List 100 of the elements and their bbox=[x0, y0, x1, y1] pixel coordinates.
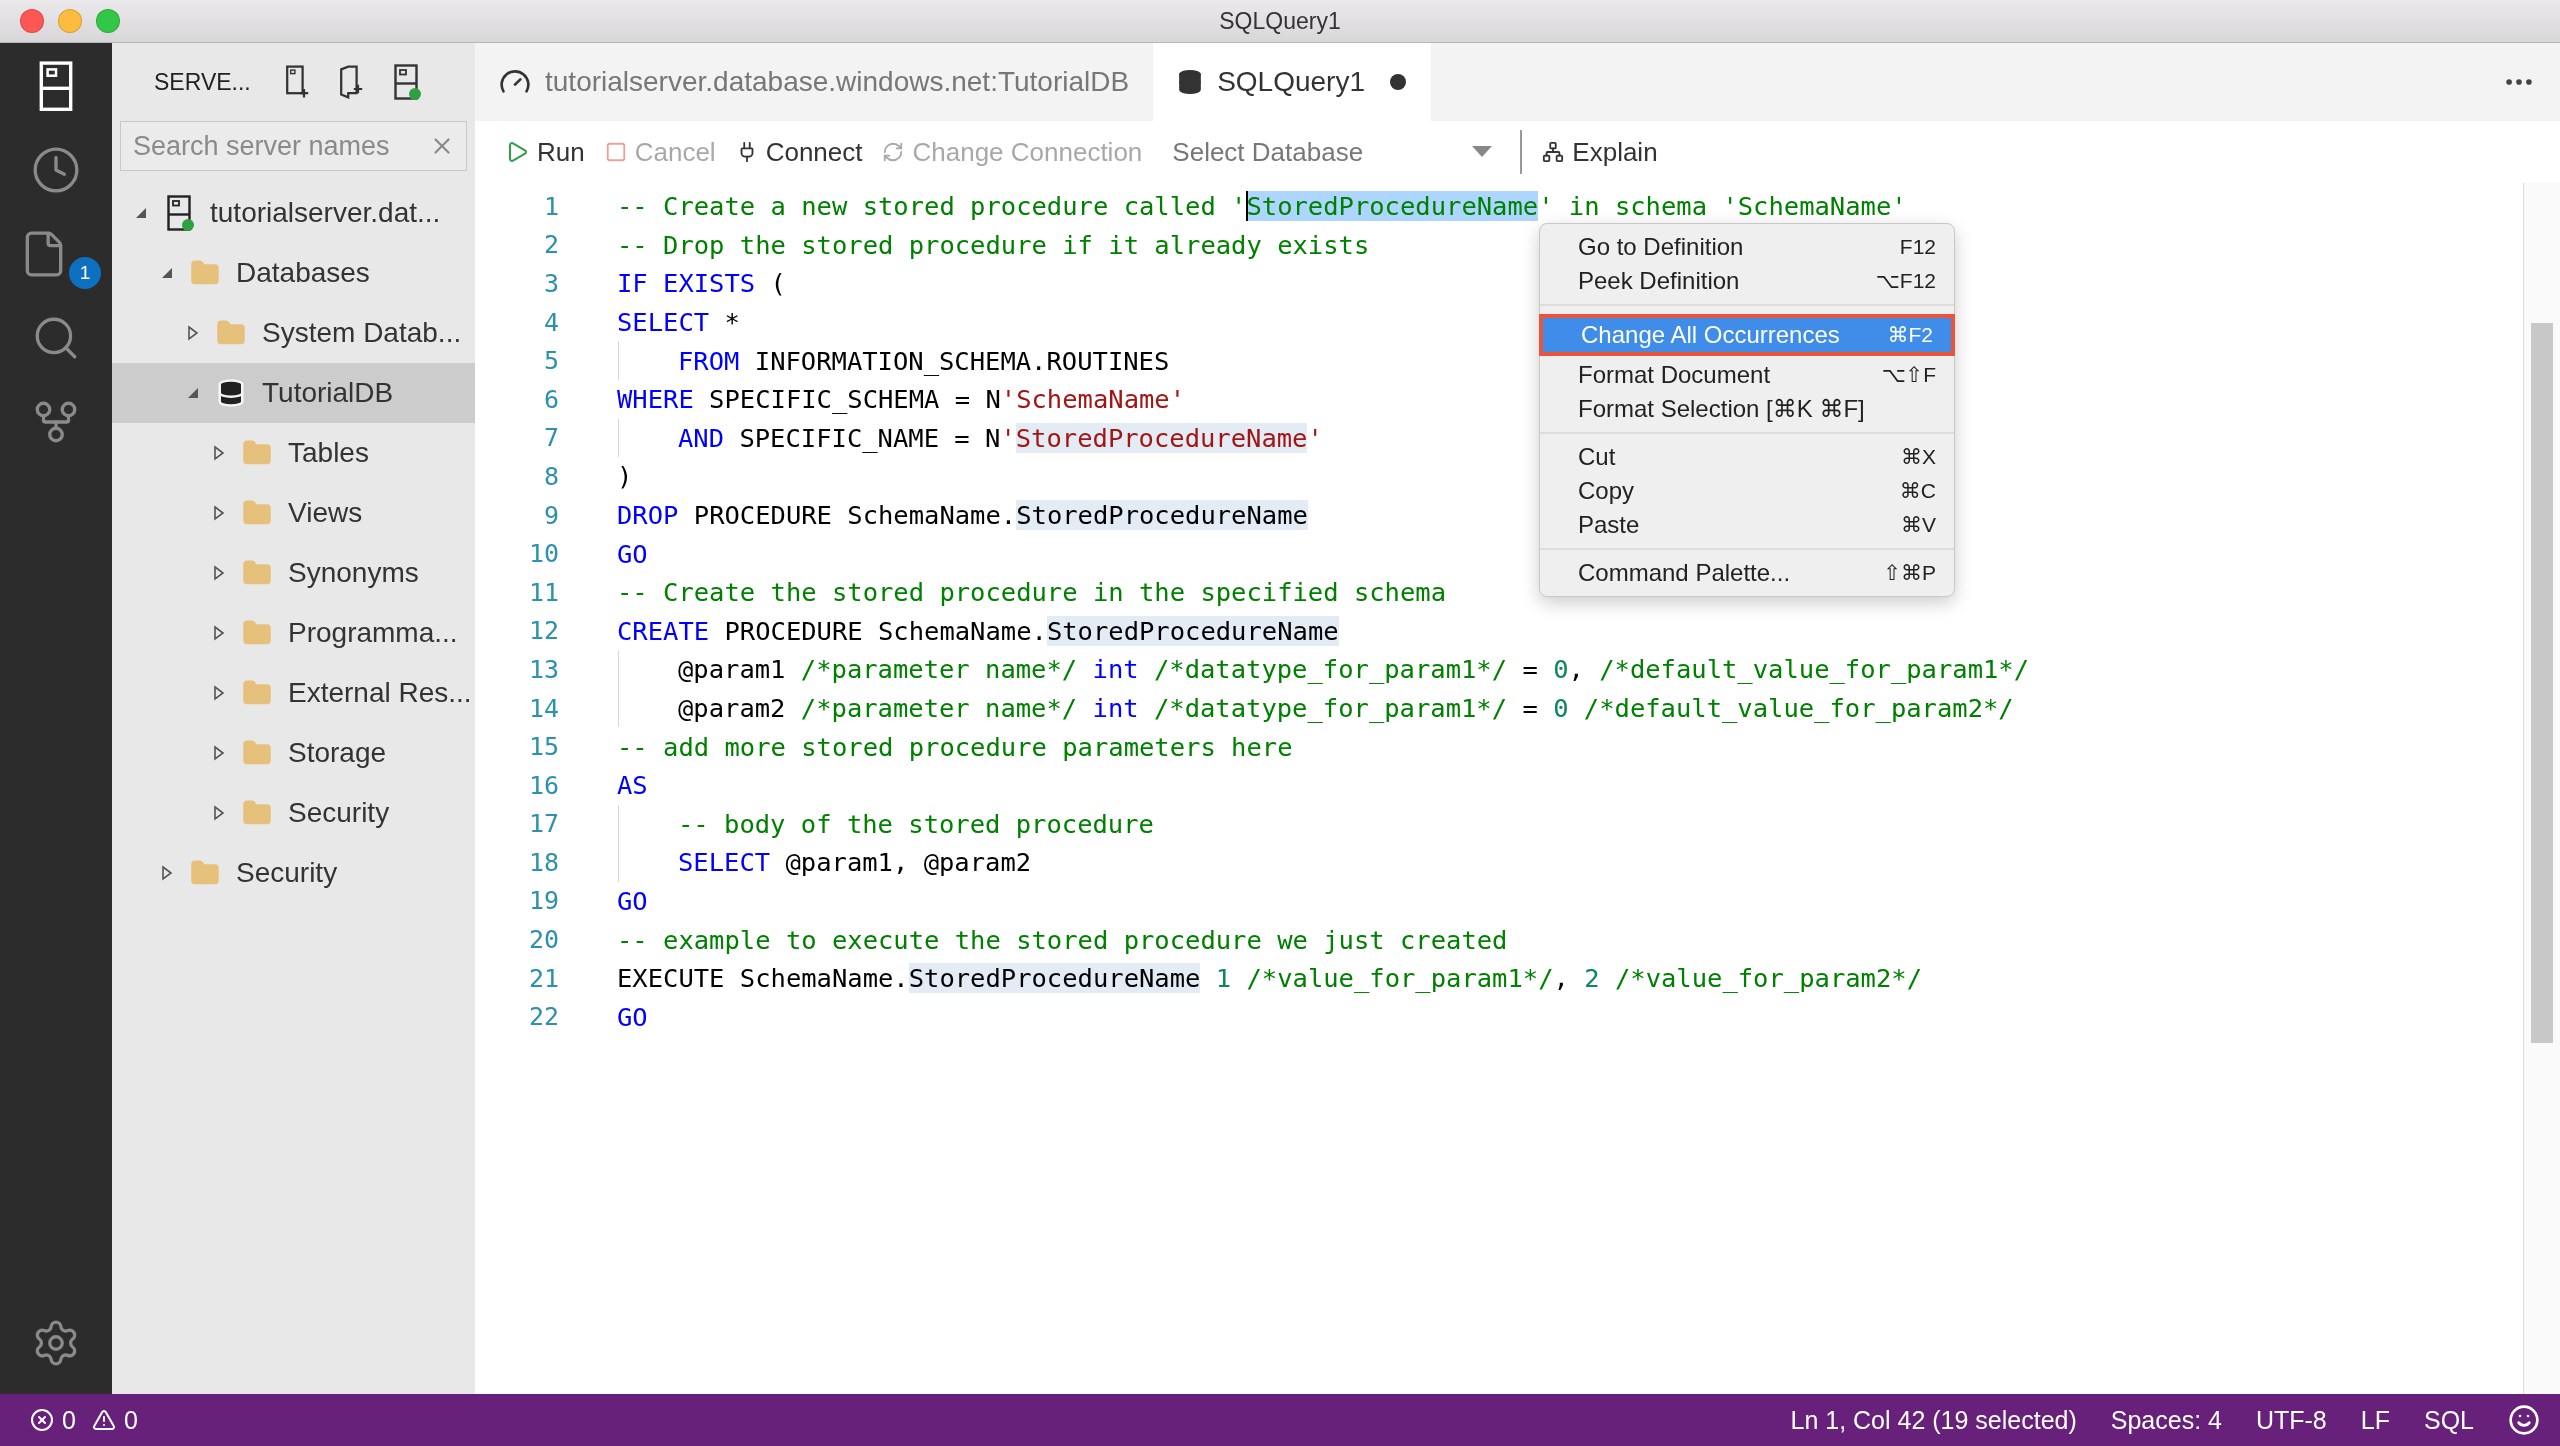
menu-item-label: Cut bbox=[1578, 443, 1616, 471]
code-line: SELECT * bbox=[617, 306, 740, 340]
menu-item-label: Copy bbox=[1578, 477, 1635, 505]
line-number: 14 bbox=[527, 693, 559, 723]
scrollbar[interactable] bbox=[2523, 183, 2560, 1394]
menu-item[interactable]: Paste ⌘V bbox=[1540, 508, 1954, 542]
error-count[interactable]: 0 bbox=[62, 1405, 76, 1435]
code-line: @param2 /*parameter name*/ int /*datatype_for_param1*/ = 0 /*default_value_for_param2*/ bbox=[677, 692, 2014, 725]
menu-item[interactable]: Peek Definition ⌥F12 bbox=[1540, 264, 1954, 298]
code-line: FROM INFORMATION_SCHEMA.ROUTINES bbox=[677, 344, 1170, 378]
collapsed-arrow-icon[interactable] bbox=[212, 445, 226, 461]
menu-item-label: Peek Definition bbox=[1578, 267, 1740, 295]
code-line: GO bbox=[617, 1000, 648, 1034]
line-number: 3 bbox=[542, 269, 559, 298]
tree-item-label: Tables bbox=[288, 437, 369, 469]
database-select[interactable]: Select Database bbox=[1172, 130, 1523, 174]
collapsed-arrow-icon[interactable] bbox=[212, 625, 226, 641]
shortcut-label: ⌘F2 bbox=[1887, 323, 1933, 347]
tree-item[interactable]: Databases bbox=[112, 243, 475, 303]
line-number: 1 bbox=[542, 191, 559, 221]
tree-item-label: Databases bbox=[236, 257, 370, 289]
shortcut-label: ⌥F12 bbox=[1875, 269, 1936, 293]
feedback-smiley-icon[interactable] bbox=[2508, 1404, 2540, 1436]
tree-item[interactable]: Programma... bbox=[112, 603, 475, 663]
status-item[interactable]: SQL bbox=[2423, 1405, 2474, 1435]
tree-item[interactable]: Storage bbox=[112, 723, 475, 783]
shortcut-label: ⇧⌘P bbox=[1883, 561, 1936, 585]
collapsed-arrow-icon[interactable] bbox=[186, 325, 200, 341]
collapsed-arrow-icon[interactable] bbox=[160, 865, 174, 881]
line-number: 13 bbox=[527, 654, 559, 684]
status-item[interactable]: LF bbox=[2360, 1405, 2390, 1435]
database-icon bbox=[216, 378, 246, 408]
menu-item[interactable]: Command Palette... ⇧⌘P bbox=[1540, 556, 1954, 590]
connect-button[interactable]: Connect bbox=[735, 136, 863, 168]
line-number: 17 bbox=[527, 809, 559, 839]
stop-icon bbox=[604, 141, 627, 163]
tree-item[interactable]: Views bbox=[112, 483, 475, 543]
server-icon bbox=[164, 195, 194, 231]
refresh-icon bbox=[882, 141, 905, 163]
line-number: 5 bbox=[542, 346, 559, 376]
tree-item-label: Security bbox=[236, 857, 338, 889]
code-line: AND SPECIFIC_NAME = N'StoredProcedureName' bbox=[677, 421, 1323, 455]
notification-badge: 1 bbox=[69, 257, 101, 290]
menu-item[interactable]: Go to Definition F12 bbox=[1540, 230, 1954, 264]
line-number: 8 bbox=[542, 461, 559, 491]
status-item[interactable]: UTF-8 bbox=[2255, 1405, 2327, 1435]
menu-item-label: Format Selection [⌘K ⌘F] bbox=[1578, 395, 1865, 423]
tree-item[interactable]: tutorialserver.dat... bbox=[112, 183, 475, 243]
editor-tab[interactable]: tutorialserver.database.windows.net:TutorialDB bbox=[475, 43, 1154, 121]
code-line: GO bbox=[617, 537, 648, 571]
code-line: WHERE SPECIFIC_SCHEMA = N'SchemaName' bbox=[617, 383, 1186, 417]
run-button[interactable]: Run bbox=[505, 136, 585, 168]
menu-item-label: Change All Occurrences bbox=[1581, 321, 1840, 349]
close-window-icon[interactable] bbox=[20, 9, 44, 33]
tree-item[interactable]: Tables bbox=[112, 423, 475, 483]
code-line: IF EXISTS ( bbox=[617, 267, 786, 301]
shortcut-label: ⌥⇧F bbox=[1881, 363, 1936, 387]
tree-item-label: External Res... bbox=[288, 677, 472, 709]
warning-icon bbox=[91, 1408, 116, 1432]
code-line: GO bbox=[617, 885, 648, 918]
collapsed-arrow-icon[interactable] bbox=[212, 565, 226, 581]
menu-item-label: Go to Definition bbox=[1578, 233, 1744, 261]
menu-item[interactable]: Copy ⌘C bbox=[1540, 474, 1954, 508]
plan-icon bbox=[1542, 141, 1565, 163]
tree-item-label: Storage bbox=[288, 737, 387, 769]
tree-item-label: System Datab... bbox=[262, 317, 462, 349]
scrollbar-thumb[interactable] bbox=[2531, 323, 2553, 1043]
line-number: 7 bbox=[542, 423, 559, 453]
menu-item[interactable]: Format Selection [⌘K ⌘F] bbox=[1540, 392, 1954, 426]
tree-item[interactable]: TutorialDB bbox=[112, 363, 475, 423]
menu-item[interactable]: Format Document ⌥⇧F bbox=[1540, 358, 1954, 392]
status-item[interactable]: Spaces: 4 bbox=[2110, 1405, 2222, 1435]
tree-item[interactable]: Synonyms bbox=[112, 543, 475, 603]
tree-item-label: Security bbox=[288, 797, 390, 829]
tree-item[interactable]: System Datab... bbox=[112, 303, 475, 363]
collapsed-arrow-icon[interactable] bbox=[212, 505, 226, 521]
tree-item[interactable]: Security bbox=[112, 843, 475, 903]
collapsed-arrow-icon[interactable] bbox=[212, 685, 226, 701]
collapsed-arrow-icon[interactable] bbox=[212, 745, 226, 761]
line-number: 19 bbox=[527, 886, 559, 916]
error-icon bbox=[30, 1408, 54, 1432]
explain-button[interactable]: Explain bbox=[1542, 136, 1658, 168]
editor-tab[interactable]: SQLQuery1 bbox=[1153, 43, 1431, 121]
tree-item-label: Programma... bbox=[288, 617, 458, 649]
menu-item-label: Paste bbox=[1578, 511, 1640, 539]
line-number: 20 bbox=[527, 925, 559, 955]
search-field[interactable]: Search server names bbox=[120, 121, 467, 171]
tree-item-label: tutorialserver.dat... bbox=[210, 197, 441, 229]
tree-item[interactable]: External Res... bbox=[112, 663, 475, 723]
shortcut-label: ⌘C bbox=[1899, 479, 1936, 503]
tree-item[interactable]: Security bbox=[112, 783, 475, 843]
line-number: 6 bbox=[542, 384, 559, 414]
collapsed-arrow-icon[interactable] bbox=[212, 805, 226, 821]
line-number: 16 bbox=[527, 770, 559, 800]
menu-item[interactable]: Cut ⌘X bbox=[1540, 440, 1954, 474]
status-item[interactable]: Ln 1, Col 42 (19 selected) bbox=[1790, 1405, 2077, 1435]
line-number: 10 bbox=[527, 539, 559, 569]
code-line: SELECT @param1, @param2 bbox=[677, 846, 1032, 880]
dropdown-arrow-icon bbox=[1472, 146, 1493, 158]
warning-count[interactable]: 0 bbox=[123, 1405, 138, 1435]
